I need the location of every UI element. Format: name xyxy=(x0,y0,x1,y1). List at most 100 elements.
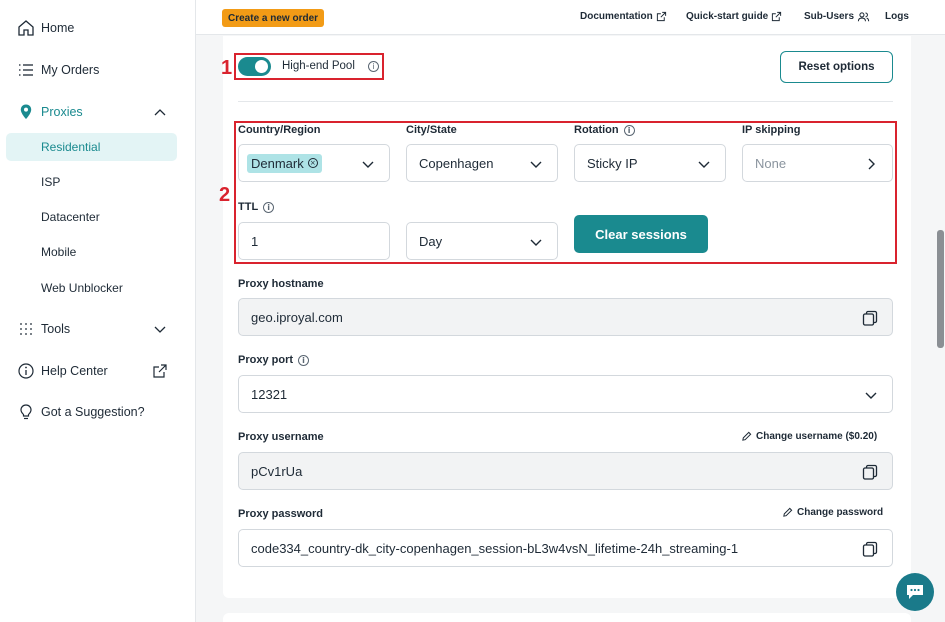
nav-proxies[interactable]: Proxies xyxy=(0,97,196,127)
grid-dots-icon xyxy=(16,319,36,339)
sidebar: Home My Orders Proxies Residential ISP D… xyxy=(0,0,196,622)
nav-help-center-label: Help Center xyxy=(41,364,108,378)
home-icon xyxy=(16,18,36,38)
change-password-label: Change password xyxy=(797,507,884,518)
nav-my-orders-label: My Orders xyxy=(41,63,100,77)
change-username-link[interactable]: Change username ($0.20) xyxy=(741,431,877,442)
chevron-down-icon xyxy=(530,239,542,246)
city-select[interactable]: Copenhagen xyxy=(406,144,558,182)
nav-home[interactable]: Home xyxy=(0,13,196,43)
hostname-field[interactable]: geo.iproyal.com xyxy=(238,298,893,336)
password-label-text: Proxy password xyxy=(238,508,323,520)
info-icon[interactable]: i xyxy=(263,201,275,213)
change-password-link[interactable]: Change password xyxy=(782,507,883,518)
copy-icon[interactable] xyxy=(862,464,878,480)
external-link-icon xyxy=(772,11,782,22)
nav-tools[interactable]: Tools xyxy=(0,314,196,344)
next-card xyxy=(223,613,911,622)
chevron-down-icon xyxy=(865,392,877,399)
sub-users-label: Sub-Users xyxy=(804,11,855,22)
city-value: Copenhagen xyxy=(419,155,494,171)
chat-button[interactable] xyxy=(896,573,934,611)
sidebar-item-isp[interactable]: ISP xyxy=(6,168,177,196)
rotation-value: Sticky IP xyxy=(587,155,638,171)
users-icon xyxy=(857,12,870,22)
city-label: City/State xyxy=(406,124,457,136)
password-field[interactable]: code334_country-dk_city-copenhagen_sessi… xyxy=(238,529,893,567)
country-chip: Denmark × xyxy=(247,153,322,173)
nav-tools-label: Tools xyxy=(41,322,71,336)
location-pin-icon xyxy=(16,102,36,122)
documentation-link[interactable]: Documentation xyxy=(580,11,667,22)
country-label-text: Country/Region xyxy=(238,124,321,136)
info-icon[interactable]: i xyxy=(368,61,379,72)
password-value: code334_country-dk_city-copenhagen_sessi… xyxy=(251,540,739,556)
copy-icon[interactable] xyxy=(862,310,878,326)
sidebar-item-label: Web Unblocker xyxy=(41,281,123,295)
ttl-label: TTL i xyxy=(238,201,275,213)
create-order-button[interactable]: Create a new order xyxy=(222,9,325,27)
port-label-text: Proxy port xyxy=(238,354,294,366)
username-field[interactable]: pCv1rUa xyxy=(238,452,893,490)
pencil-icon xyxy=(742,431,752,441)
list-icon xyxy=(16,60,36,80)
high-end-pool-toggle[interactable] xyxy=(238,57,271,76)
city-label-text: City/State xyxy=(406,124,457,136)
nav-proxies-label: Proxies xyxy=(41,105,83,119)
port-select[interactable]: 12321 xyxy=(238,375,893,413)
sidebar-item-web-unblocker[interactable]: Web Unblocker xyxy=(6,274,177,302)
ttl-input[interactable]: 1 xyxy=(238,222,390,260)
country-chip-label: Denmark xyxy=(251,155,304,171)
external-link-icon xyxy=(656,11,666,22)
nav-my-orders[interactable]: My Orders xyxy=(0,55,196,85)
chevron-down-icon xyxy=(698,161,710,168)
ttl-value: 1 xyxy=(251,233,259,249)
ip-skipping-label-text: IP skipping xyxy=(742,124,801,136)
remove-chip-icon[interactable]: × xyxy=(307,158,318,168)
sidebar-item-label: Mobile xyxy=(41,245,77,259)
country-select[interactable]: Denmark × xyxy=(238,144,390,182)
logs-label: Logs xyxy=(885,11,909,22)
sidebar-item-datacenter[interactable]: Datacenter xyxy=(6,203,177,231)
ttl-label-text: TTL xyxy=(238,201,259,213)
sidebar-item-residential[interactable]: Residential xyxy=(6,133,177,161)
quick-start-link[interactable]: Quick-start guide xyxy=(686,11,782,22)
nav-suggestion-label: Got a Suggestion? xyxy=(41,405,145,419)
pencil-icon xyxy=(783,507,793,517)
logs-link[interactable]: Logs xyxy=(885,11,909,22)
chat-icon xyxy=(907,585,923,599)
country-label: Country/Region xyxy=(238,124,321,136)
reset-options-button[interactable]: Reset options xyxy=(780,51,893,83)
chevron-down-icon xyxy=(152,321,168,337)
clear-sessions-button[interactable]: Clear sessions xyxy=(574,215,708,253)
username-value: pCv1rUa xyxy=(251,463,303,479)
info-icon[interactable]: i xyxy=(298,354,310,366)
chevron-right-icon xyxy=(868,158,875,170)
sub-users-link[interactable]: Sub-Users xyxy=(804,11,870,22)
copy-icon[interactable] xyxy=(862,541,878,557)
ttl-unit-select[interactable]: Day xyxy=(406,222,558,260)
top-bar: Create a new order Documentation Quick-s… xyxy=(196,0,945,35)
password-label: Proxy password xyxy=(238,508,323,520)
rotation-label: Rotation i xyxy=(574,124,635,136)
hostname-label: Proxy hostname xyxy=(238,278,324,290)
sidebar-item-label: ISP xyxy=(41,175,61,189)
hostname-label-text: Proxy hostname xyxy=(238,278,324,290)
port-label: Proxy port i xyxy=(238,354,310,366)
quick-start-label: Quick-start guide xyxy=(686,11,769,22)
nav-suggestion[interactable]: Got a Suggestion? xyxy=(0,397,196,427)
lightbulb-icon xyxy=(16,402,36,422)
rotation-label-text: Rotation xyxy=(574,124,619,136)
info-icon[interactable]: i xyxy=(623,124,635,136)
chevron-up-icon xyxy=(152,104,168,120)
ip-skipping-select[interactable]: None xyxy=(742,144,893,182)
scrollbar-thumb[interactable] xyxy=(937,230,944,348)
external-link-icon xyxy=(152,363,168,379)
sidebar-item-mobile[interactable]: Mobile xyxy=(6,238,177,266)
sidebar-item-label: Residential xyxy=(41,140,101,154)
toggle-knob xyxy=(255,60,268,73)
chevron-down-icon xyxy=(530,161,542,168)
rotation-select[interactable]: Sticky IP xyxy=(574,144,726,182)
nav-help-center[interactable]: Help Center xyxy=(0,356,196,386)
annotation-number-2: 2 xyxy=(219,184,231,206)
